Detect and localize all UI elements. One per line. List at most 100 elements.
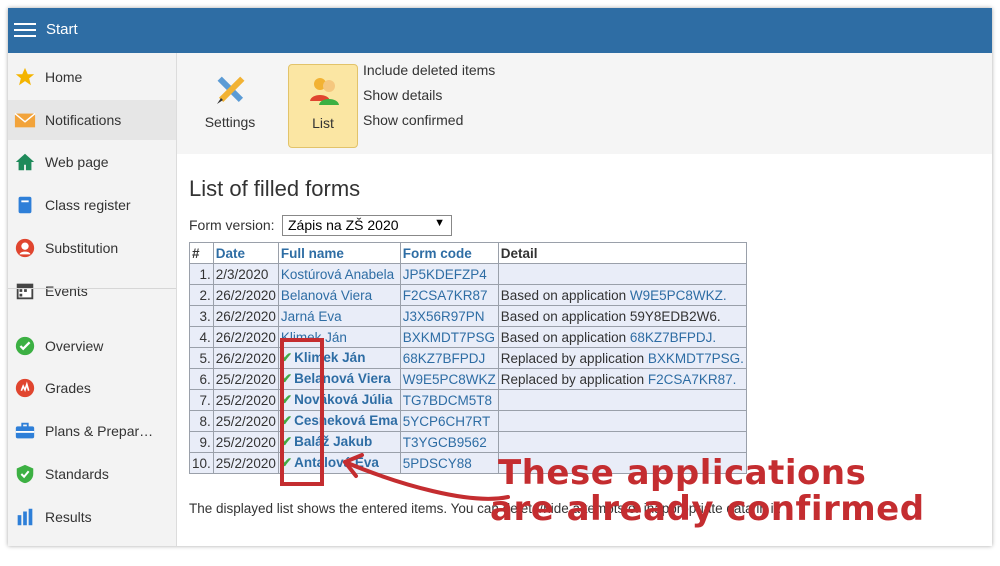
row-date: 26/2/2020 xyxy=(212,305,279,327)
row-detail-link[interactable]: W9E5PC8WKZ. xyxy=(630,288,727,303)
list-button[interactable]: List xyxy=(288,64,358,148)
row-date: 26/2/2020 xyxy=(212,284,279,306)
sidebar-item-substitution[interactable]: Substitution xyxy=(8,228,176,268)
row-form-code-cell: W9E5PC8WKZ xyxy=(399,368,499,390)
sidebar-item-overview[interactable]: Overview xyxy=(8,326,176,366)
toolbar-links: Include deleted items Show details Show … xyxy=(363,61,495,136)
sidebar-item-grades[interactable]: Grades xyxy=(8,368,176,408)
settings-label: Settings xyxy=(204,114,256,130)
check-circle-icon xyxy=(15,336,35,356)
envelope-icon xyxy=(14,113,36,128)
row-form-code-cell: T3YGCB9562 xyxy=(399,431,499,453)
sidebar-item-class-register[interactable]: Class register xyxy=(8,185,176,225)
row-full-name[interactable]: Jarná Eva xyxy=(281,309,342,324)
row-detail-text: Replaced by application xyxy=(500,350,648,366)
row-form-code-cell: J3X56R97PN xyxy=(399,305,499,327)
row-date: 25/2/2020 xyxy=(212,452,279,474)
calendar-icon xyxy=(16,283,34,300)
row-number: 7. xyxy=(189,389,214,411)
table-body: 1. 2/3/2020 Kostúrová Anabela JP5KDEFZP4 2. 2… xyxy=(189,263,747,474)
row-form-code-cell: 5PDSCY88 xyxy=(399,452,499,474)
column-header-form-code[interactable]: Form code xyxy=(399,242,499,264)
table-row: 8. 25/2/2020 ✔ Cesneková Ema 5YCP6CH7RT xyxy=(189,410,747,432)
row-form-code[interactable]: F2CSA7KR87 xyxy=(403,288,488,303)
row-name-cell: Jarná Eva xyxy=(277,305,401,327)
table-row: 6. 25/2/2020 ✔ Belanová Viera W9E5PC8WKZ Repl… xyxy=(189,368,747,390)
sidebar-item-label: Notifications xyxy=(45,112,122,128)
row-name-cell: Belanová Viera xyxy=(277,284,401,306)
table-row: 4. 26/2/2020 Klimek Ján BXKMDT7PSG Based on … xyxy=(189,326,747,348)
row-form-code[interactable]: W9E5PC8WKZ xyxy=(403,372,496,387)
row-number: 6. xyxy=(189,368,214,390)
sidebar-item-label: Results xyxy=(45,509,92,525)
star-icon xyxy=(15,67,35,86)
row-full-name[interactable]: Kostúrová Anabela xyxy=(281,267,394,282)
form-version-value: Zápis na ZŠ 2020 xyxy=(288,217,399,233)
show-confirmed-link[interactable]: Show confirmed xyxy=(363,111,495,136)
row-form-code[interactable]: J3X56R97PN xyxy=(403,309,485,324)
row-name-cell: Kostúrová Anabela xyxy=(277,263,401,285)
form-version-select[interactable]: Zápis na ZŠ 2020 ▼ xyxy=(282,215,452,236)
sidebar-item-label: Web page xyxy=(45,154,109,170)
list-label: List xyxy=(312,115,334,131)
row-detail-link[interactable]: F2CSA7KR87. xyxy=(648,372,737,387)
pencil-ruler-icon xyxy=(217,76,245,104)
row-form-code[interactable]: BXKMDT7PSG xyxy=(403,330,495,345)
sidebar-item-web-page[interactable]: Web page xyxy=(8,142,176,182)
row-number: 10. xyxy=(189,452,214,474)
sidebar-item-label: Events xyxy=(45,283,88,299)
column-header-date[interactable]: Date xyxy=(212,242,279,264)
row-detail: Replaced by application F2CSA7KR87. xyxy=(497,368,747,390)
row-form-code[interactable]: 5PDSCY88 xyxy=(403,456,472,471)
sidebar-divider xyxy=(8,288,176,289)
sidebar-item-results[interactable]: Results xyxy=(8,497,176,537)
table-row: 2. 26/2/2020 Belanová Viera F2CSA7KR87 Based… xyxy=(189,284,747,306)
sidebar-item-plans[interactable]: Plans & Prepar… xyxy=(8,411,176,451)
grades-icon xyxy=(15,378,35,398)
table-row: 9. 25/2/2020 ✔ Baláž Jakub T3YGCB9562 xyxy=(189,431,747,453)
people-icon xyxy=(310,78,339,105)
row-detail xyxy=(497,263,747,285)
column-header-number: # xyxy=(189,242,214,264)
sidebar: Home Notifications Web page Class regist… xyxy=(8,53,177,546)
menu-icon[interactable] xyxy=(14,20,36,38)
row-form-code[interactable]: JP5KDEFZP4 xyxy=(403,267,487,282)
row-form-code[interactable]: 68KZ7BFPDJ xyxy=(403,351,486,366)
sidebar-item-label: Home xyxy=(45,69,83,85)
briefcase-icon xyxy=(15,422,35,439)
annotation-line-1: These applications xyxy=(498,453,867,493)
include-deleted-link[interactable]: Include deleted items xyxy=(363,61,495,86)
forms-table: # Date Full name Form code Detail 1. 2/3/… xyxy=(189,242,747,474)
row-detail xyxy=(497,410,747,432)
dropdown-arrow-icon: ▼ xyxy=(434,217,445,229)
settings-button[interactable]: Settings xyxy=(196,64,264,146)
row-detail-text: Based on application xyxy=(500,287,630,303)
annotation-text: These applications are already confirmed xyxy=(490,455,925,527)
table-row: 5. 26/2/2020 ✔ Klimek Ján 68KZ7BFPDJ Replaced… xyxy=(189,347,747,369)
person-icon xyxy=(15,238,35,258)
row-detail-link[interactable]: BXKMDT7PSG. xyxy=(648,351,744,366)
sidebar-item-events[interactable]: Events xyxy=(8,271,176,311)
table-row: 7. 25/2/2020 ✔ Nováková Júlia TG7BDCM5T8 xyxy=(189,389,747,411)
sidebar-item-label: Class register xyxy=(45,197,131,213)
row-form-code[interactable]: T3YGCB9562 xyxy=(403,435,487,450)
row-detail-text: Based on application xyxy=(500,329,630,345)
row-date: 25/2/2020 xyxy=(212,389,279,411)
row-number: 1. xyxy=(189,263,214,285)
sidebar-item-label: Grades xyxy=(45,380,91,396)
row-form-code[interactable]: 5YCP6CH7RT xyxy=(403,414,491,429)
book-icon xyxy=(18,196,32,214)
row-detail: Based on application 59Y8EDB2W6. xyxy=(497,305,747,327)
row-detail-link[interactable]: 68KZ7BFPDJ. xyxy=(630,330,716,345)
show-details-link[interactable]: Show details xyxy=(363,86,495,111)
column-header-full-name[interactable]: Full name xyxy=(277,242,401,264)
form-version-label: Form version: xyxy=(189,217,275,233)
sidebar-item-standards[interactable]: Standards xyxy=(8,454,176,494)
row-full-name[interactable]: Belanová Viera xyxy=(281,288,372,303)
row-detail xyxy=(497,389,747,411)
sidebar-item-home[interactable]: Home xyxy=(8,57,176,97)
row-number: 5. xyxy=(189,347,214,369)
row-form-code[interactable]: TG7BDCM5T8 xyxy=(403,393,492,408)
sidebar-item-notifications[interactable]: Notifications xyxy=(8,100,176,140)
table-header-row: # Date Full name Form code Detail xyxy=(189,242,747,264)
